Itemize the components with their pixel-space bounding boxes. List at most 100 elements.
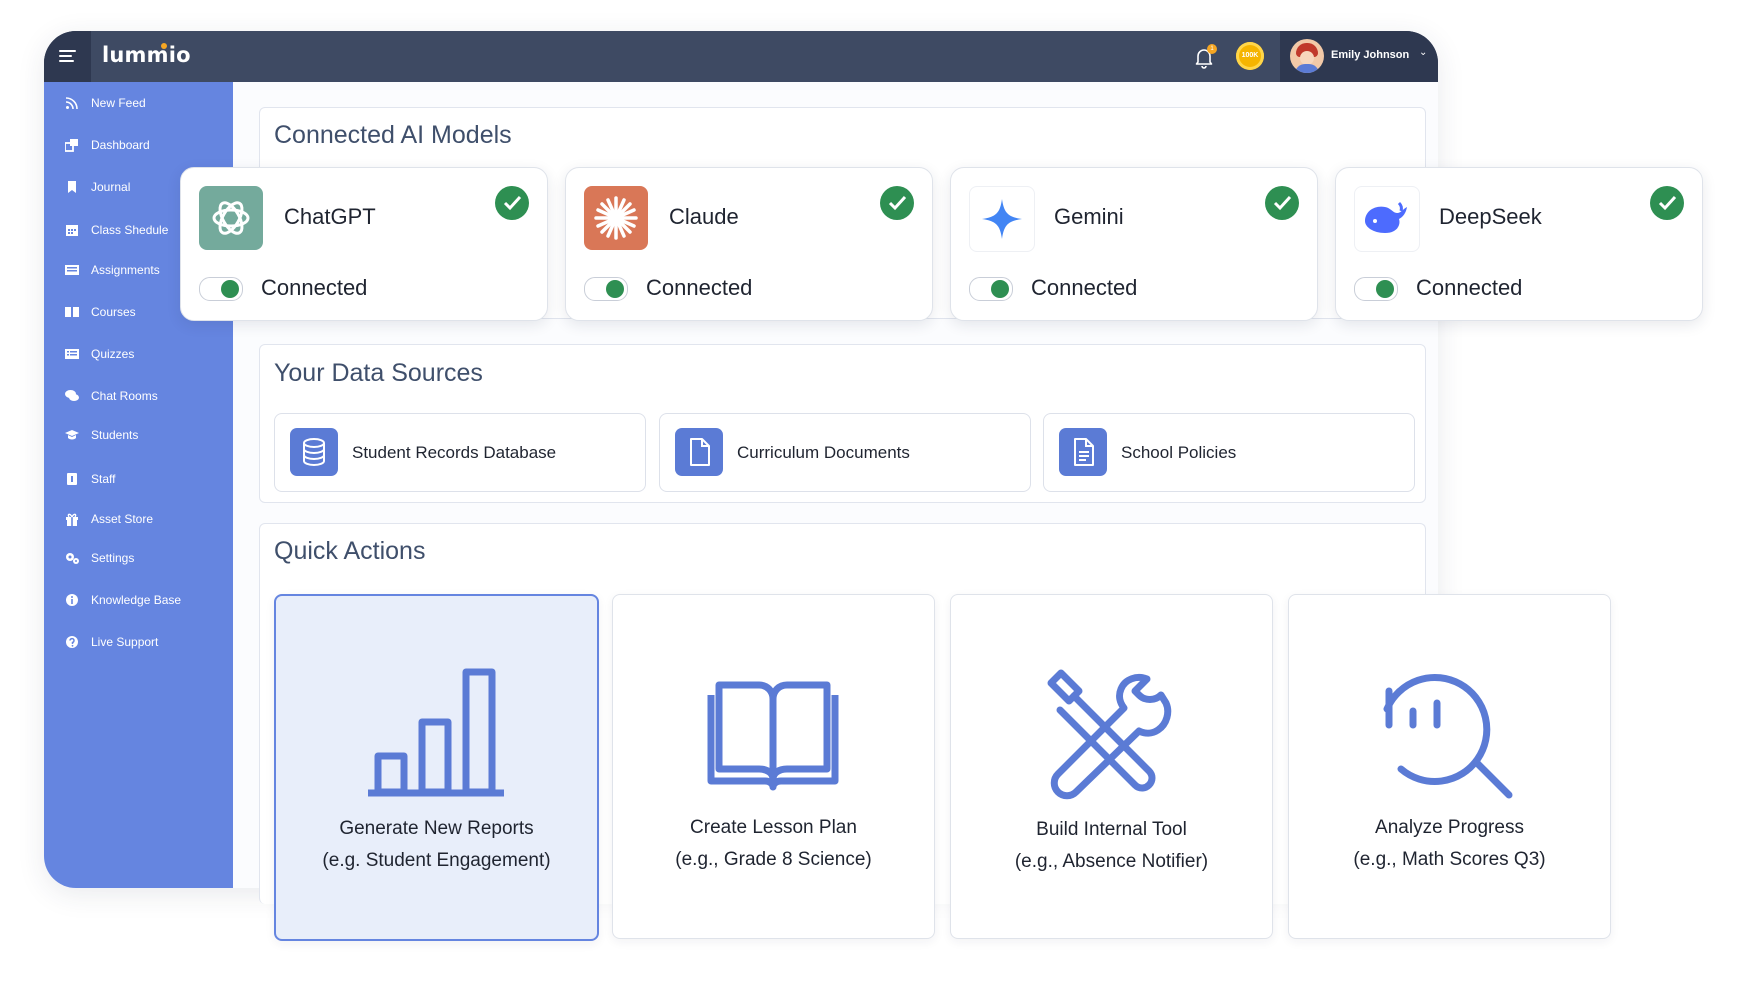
action-title: Build Internal Tool — [1036, 819, 1187, 840]
gemini-logo-icon — [969, 186, 1035, 252]
bookmark-icon — [68, 181, 76, 193]
graduation-cap-icon — [65, 430, 79, 440]
sidebar-item-knowledge-base[interactable]: Knowledge Base — [44, 586, 233, 614]
chevron-down-icon: ⌄ — [1419, 47, 1428, 58]
model-card-deepseek[interactable]: DeepSeek Connected — [1335, 167, 1703, 321]
sidebar-item-label: New Feed — [91, 96, 146, 110]
sidebar-item-label: Asset Store — [91, 512, 154, 526]
gears-icon — [66, 553, 79, 564]
connection-toggle[interactable] — [199, 277, 243, 301]
model-card-claude[interactable]: Claude Connected — [565, 167, 933, 321]
user-menu[interactable]: Emily Johnson ⌄ — [1280, 31, 1438, 82]
sidebar-item-label: Students — [91, 428, 139, 442]
avatar — [1290, 39, 1324, 73]
list-icon — [65, 265, 79, 275]
sidebar-item-label: Class Shedule — [91, 223, 169, 237]
action-card-analyze-progress[interactable]: Analyze Progress (e.g., Math Scores Q3) — [1288, 594, 1611, 939]
model-status: Connected — [1031, 275, 1138, 300]
policy-document-icon — [1059, 428, 1107, 476]
sidebar-item-live-support[interactable]: Live Support — [44, 628, 233, 656]
source-label: Student Records Database — [352, 443, 557, 462]
user-name: Emily Johnson — [1331, 49, 1410, 61]
logo-sun-icon — [161, 43, 167, 49]
connected-check-icon — [1265, 186, 1299, 220]
calendar-icon — [66, 225, 78, 236]
sidebar-item-new-feed[interactable]: New Feed — [44, 89, 233, 117]
model-status: Connected — [261, 275, 368, 300]
model-status: Connected — [646, 275, 753, 300]
sidebar-item-settings[interactable]: Settings — [44, 544, 233, 572]
connected-check-icon — [880, 186, 914, 220]
sidebar-item-label: Assignments — [91, 263, 160, 277]
deepseek-whale-logo-icon — [1354, 186, 1420, 252]
top-bar: lummio 1 100K Emily Johnson ⌄ — [44, 31, 1438, 82]
model-card-gemini[interactable]: Gemini Connected — [950, 167, 1318, 321]
model-name: ChatGPT — [284, 204, 376, 229]
sidebar-item-label: Staff — [91, 472, 116, 486]
chat-icon — [65, 390, 79, 401]
connection-toggle[interactable] — [584, 277, 628, 301]
action-title: Create Lesson Plan — [690, 817, 857, 838]
sidebar-item-label: Quizzes — [91, 347, 135, 361]
action-title: Analyze Progress — [1375, 817, 1524, 838]
rss-icon — [65, 97, 78, 110]
database-icon — [290, 428, 338, 476]
model-name: Claude — [669, 204, 739, 229]
info-icon — [66, 594, 78, 606]
source-card-school-policies[interactable]: School Policies — [1043, 413, 1415, 492]
chatgpt-logo-icon — [199, 186, 263, 250]
sidebar-item-asset-store[interactable]: Asset Store — [44, 505, 233, 533]
section-title-actions: Quick Actions — [274, 537, 426, 565]
hamburger-icon — [59, 50, 76, 52]
sidebar-item-label: Journal — [91, 180, 131, 194]
app-logo[interactable]: lummio — [102, 43, 191, 67]
model-name: Gemini — [1054, 204, 1124, 229]
action-subtitle: (e.g., Grade 8 Science) — [675, 849, 872, 870]
sidebar-item-quizzes[interactable]: Quizzes — [44, 340, 233, 368]
help-icon — [66, 636, 78, 648]
source-card-student-records[interactable]: Student Records Database — [274, 413, 646, 492]
action-subtitle: (e.g. Student Engagement) — [322, 850, 551, 871]
action-card-generate-reports[interactable]: Generate New Reports (e.g. Student Engag… — [274, 594, 599, 941]
tools-icon — [1047, 669, 1172, 800]
model-status: Connected — [1416, 275, 1523, 300]
connected-check-icon — [1650, 186, 1684, 220]
source-card-curriculum-documents[interactable]: Curriculum Documents — [659, 413, 1031, 492]
action-subtitle: (e.g., Absence Notifier) — [1014, 851, 1209, 872]
sidebar-item-label: Dashboard — [91, 138, 150, 152]
source-label: Curriculum Documents — [737, 443, 910, 462]
sidebar-item-staff[interactable]: Staff — [44, 465, 233, 493]
sidebar-item-label: Knowledge Base — [91, 593, 182, 607]
section-title-sources: Your Data Sources — [274, 359, 483, 387]
gift-icon — [66, 513, 78, 526]
analytics-search-icon — [1383, 674, 1513, 799]
coins-badge[interactable]: 100K — [1236, 42, 1264, 70]
sidebar-item-label: Settings — [91, 551, 135, 565]
book-icon — [707, 681, 839, 791]
dashboard-icon — [65, 139, 78, 152]
hamburger-line — [59, 55, 72, 57]
sidebar-item-dashboard[interactable]: Dashboard — [44, 131, 233, 159]
action-card-build-internal-tool[interactable]: Build Internal Tool (e.g., Absence Notif… — [950, 594, 1273, 939]
notification-badge: 1 — [1207, 44, 1217, 54]
sidebar-item-label: Chat Rooms — [91, 389, 158, 403]
sidebar-item-label: Courses — [91, 305, 136, 319]
connection-toggle[interactable] — [969, 277, 1013, 301]
action-card-create-lesson-plan[interactable]: Create Lesson Plan (e.g., Grade 8 Scienc… — [612, 594, 935, 939]
menu-button[interactable] — [44, 31, 91, 82]
model-name: DeepSeek — [1439, 204, 1542, 229]
quiz-list-icon — [65, 349, 79, 359]
claude-logo-icon — [584, 186, 648, 250]
sidebar-item-students[interactable]: Students — [44, 421, 233, 449]
bar-chart-icon — [368, 668, 504, 797]
document-icon — [675, 428, 723, 476]
id-badge-icon — [67, 473, 77, 485]
section-title-models: Connected AI Models — [274, 121, 512, 149]
sidebar-item-chat-rooms[interactable]: Chat Rooms — [44, 382, 233, 410]
hamburger-line — [59, 60, 74, 62]
action-title: Generate New Reports — [339, 818, 534, 839]
connected-check-icon — [495, 186, 529, 220]
connection-toggle[interactable] — [1354, 277, 1398, 301]
action-subtitle: (e.g., Math Scores Q3) — [1353, 849, 1546, 870]
model-card-chatgpt[interactable]: ChatGPT Connected — [180, 167, 548, 321]
